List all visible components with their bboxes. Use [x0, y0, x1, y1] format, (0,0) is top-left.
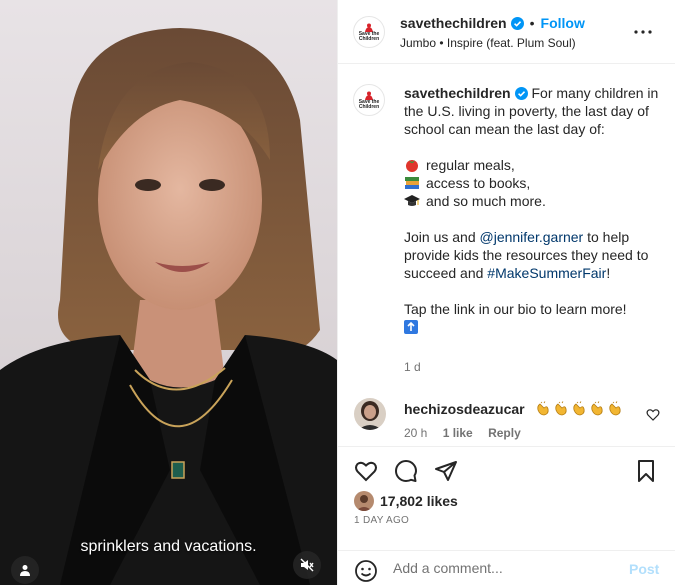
- books-emoji-icon: [405, 177, 419, 189]
- verified-badge-icon: [514, 87, 528, 100]
- user-tag-button[interactable]: [11, 556, 39, 584]
- follow-button[interactable]: Follow: [541, 15, 585, 31]
- post-header: Save the Children savethechildren • Follow…: [338, 0, 675, 64]
- list-item: access to books,: [404, 174, 666, 192]
- caption-cta: Tap the link in our bio to learn more!: [404, 300, 666, 338]
- commenter-avatar[interactable]: [354, 398, 386, 430]
- list-item-text: and so much more.: [426, 193, 546, 209]
- clapping-hands-emoji-icon: [572, 401, 585, 416]
- comment-composer: Post: [338, 550, 675, 585]
- comment-item: hechizosdeazucar 20 h 1 like Reply: [338, 396, 675, 446]
- header-separator: •: [529, 15, 535, 31]
- post-caption: savethechildren For many children in the…: [404, 84, 666, 338]
- join-text-prefix: Join us and: [404, 229, 480, 245]
- clapping-hands-emoji-icon: [590, 401, 603, 416]
- liker-photo: [354, 491, 374, 511]
- share-icon[interactable]: [434, 459, 458, 483]
- caption-list: regular meals, access to books, and so m…: [404, 156, 666, 210]
- clapping-hands-emoji-icon: [608, 401, 621, 416]
- logo-text: Save the Children: [358, 98, 380, 110]
- hashtag-link[interactable]: #MakeSummerFair: [487, 265, 606, 281]
- account-avatar[interactable]: Save the Children: [353, 16, 385, 48]
- clapping-hands-emoji-icon: [536, 401, 549, 416]
- liker-avatar[interactable]: [354, 491, 374, 511]
- account-username[interactable]: savethechildren: [400, 15, 507, 31]
- clapping-hands-emoji-icon: [554, 401, 567, 416]
- emoji-smile-icon[interactable]: [354, 559, 378, 583]
- logo-text: Save the Children: [358, 30, 380, 42]
- likes-row: 17,802 likes: [354, 491, 458, 511]
- more-options-button[interactable]: [631, 22, 655, 42]
- cta-text: Tap the link in our bio to learn more!: [404, 301, 627, 317]
- comment-icon[interactable]: [394, 459, 418, 483]
- post-date[interactable]: 1 DAY AGO: [354, 515, 409, 526]
- speaker-muted-icon: [300, 558, 314, 572]
- list-item-text: access to books,: [426, 175, 531, 191]
- heart-outline-icon[interactable]: [646, 408, 660, 422]
- post-details-pane: Save the Children savethechildren • Follow…: [337, 0, 675, 585]
- heart-icon[interactable]: [354, 459, 378, 483]
- comment-meta: 20 h 1 like Reply: [404, 426, 533, 440]
- user-tag-icon: [20, 565, 30, 576]
- caption-username[interactable]: savethechildren: [404, 85, 511, 101]
- join-text-suffix: !: [606, 265, 611, 281]
- caption-intro: savethechildren For many children in the…: [404, 84, 666, 138]
- header-title-row: savethechildren • Follow: [400, 15, 585, 31]
- up-arrow-emoji-icon: [404, 320, 418, 334]
- caption-avatar[interactable]: Save the Children: [353, 84, 385, 116]
- audio-attribution[interactable]: Jumbo • Inspire (feat. Plum Soul): [400, 36, 576, 50]
- list-item-text: regular meals,: [426, 157, 515, 173]
- mute-toggle-button[interactable]: [293, 551, 321, 579]
- video-frame: [0, 28, 337, 585]
- comment-like-count[interactable]: 1 like: [443, 426, 473, 440]
- post-media[interactable]: sprinklers and vacations.: [0, 0, 337, 585]
- commenter-photo: [354, 398, 386, 430]
- list-item: regular meals,: [404, 156, 666, 174]
- verified-badge-icon: [510, 17, 524, 30]
- post-comment-button[interactable]: Post: [629, 561, 659, 577]
- graduation-cap-emoji-icon: [404, 195, 420, 206]
- post-caption-area: Save the Children savethechildren For ma…: [338, 64, 675, 446]
- more-options-icon: [634, 30, 652, 34]
- likes-count[interactable]: 17,802 likes: [380, 493, 458, 509]
- commenter-username[interactable]: hechizosdeazucar: [404, 401, 525, 417]
- comment-age[interactable]: 20 h: [404, 426, 427, 440]
- caption-join: Join us and @jennifer.garner to help pro…: [404, 228, 666, 282]
- comment-emoji-row: [535, 401, 625, 417]
- list-item: and so much more.: [404, 192, 666, 210]
- comment-text: hechizosdeazucar: [404, 401, 625, 417]
- post-age[interactable]: 1 d: [404, 360, 421, 374]
- comment-input[interactable]: [393, 560, 623, 576]
- video-caption: sprinklers and vacations.: [80, 538, 257, 555]
- comment-reply-button[interactable]: Reply: [488, 426, 521, 440]
- tomato-emoji-icon: [406, 160, 418, 172]
- bookmark-icon[interactable]: [634, 459, 658, 483]
- post-actions: 17,802 likes 1 DAY AGO: [338, 446, 675, 540]
- mention-link[interactable]: @jennifer.garner: [480, 229, 584, 245]
